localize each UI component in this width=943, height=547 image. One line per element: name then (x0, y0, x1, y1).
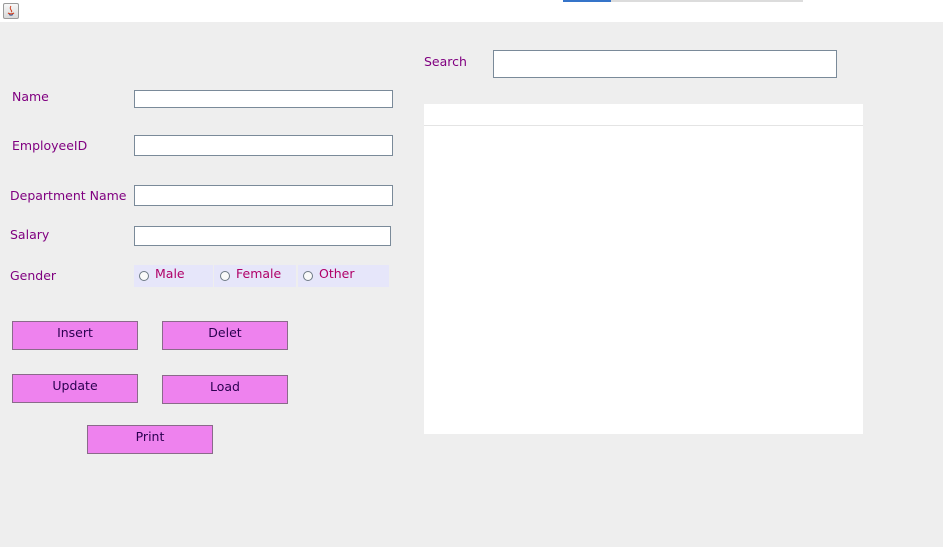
department-input[interactable] (134, 185, 393, 206)
search-input[interactable] (493, 50, 837, 78)
department-label: Department Name (10, 188, 127, 203)
gender-label: Gender (10, 268, 57, 283)
name-label: Name (12, 89, 49, 104)
name-input[interactable] (134, 90, 393, 108)
radio-label-male: Male (155, 266, 185, 281)
title-bar (0, 0, 943, 22)
gender-radio-female[interactable]: Female (214, 265, 296, 287)
gender-radio-male[interactable]: Male (134, 265, 213, 287)
insert-button[interactable]: Insert (12, 321, 138, 350)
radio-label-other: Other (319, 266, 355, 281)
salary-label: Salary (10, 227, 50, 242)
main-panel: Name EmployeeID Department Name Salary G… (0, 22, 943, 547)
print-button[interactable]: Print (87, 425, 213, 454)
employee-id-label: EmployeeID (12, 138, 88, 153)
employee-id-input[interactable] (134, 135, 393, 156)
employee-table[interactable] (424, 104, 863, 434)
top-scroll-thumb[interactable] (563, 0, 611, 2)
search-label: Search (424, 54, 467, 69)
update-button[interactable]: Update (12, 374, 138, 403)
load-button[interactable]: Load (162, 375, 288, 404)
top-scroll-indicator (563, 0, 803, 2)
radio-button-icon[interactable] (303, 271, 313, 281)
radio-button-icon[interactable] (139, 271, 149, 281)
delete-button[interactable]: Delet (162, 321, 288, 350)
salary-input[interactable] (134, 226, 391, 246)
gender-radio-other[interactable]: Other (298, 265, 389, 287)
radio-label-female: Female (236, 266, 282, 281)
radio-button-icon[interactable] (220, 271, 230, 281)
java-icon[interactable] (3, 3, 19, 19)
table-header (424, 104, 863, 126)
